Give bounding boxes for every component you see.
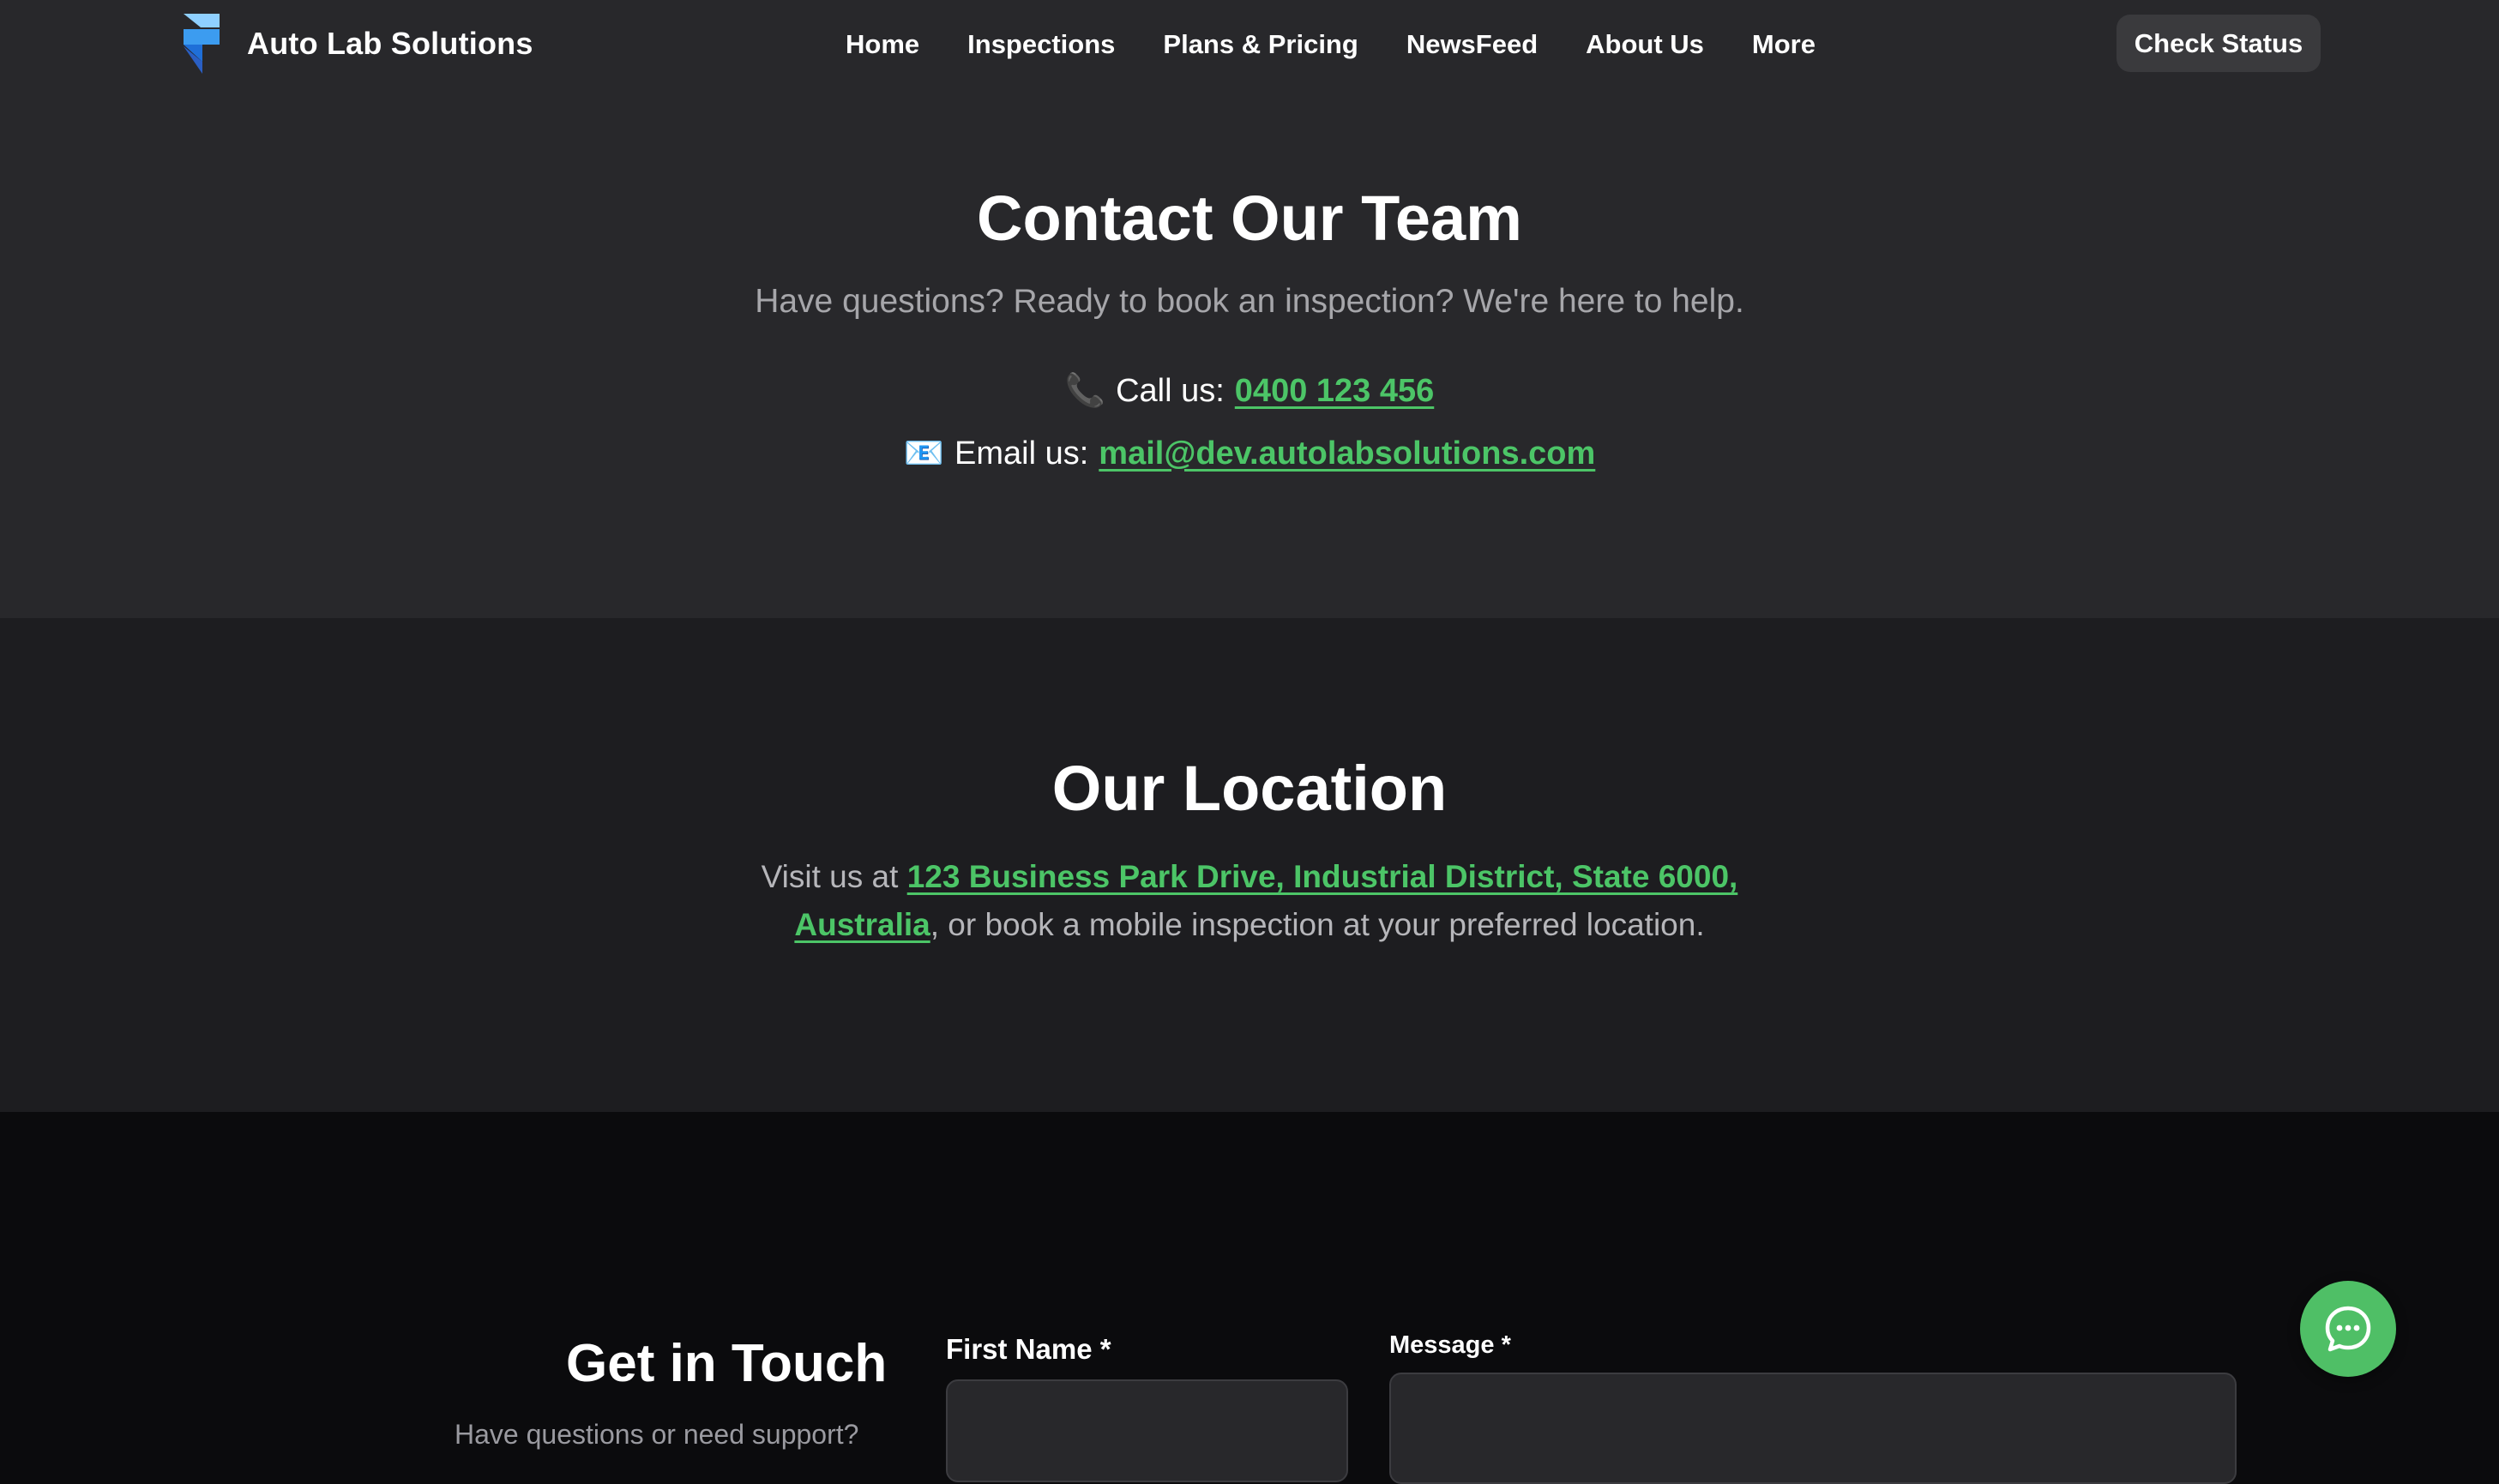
chat-icon [2325,1306,2371,1352]
brand-name: Auto Lab Solutions [247,26,533,61]
email-link[interactable]: mail@dev.autolabsolutions.com [1099,436,1595,472]
location-title: Our Location [1051,753,1448,824]
brand[interactable]: Auto Lab Solutions [180,14,533,74]
nav-inspections[interactable]: Inspections [967,29,1115,60]
location-suffix: , or book a mobile inspection at your pr… [930,907,1705,942]
get-in-touch-subtitle: Have questions or need support? [455,1419,859,1450]
phone-prefix: Call us: [1116,372,1225,409]
phone-icon: 📞 [1064,373,1106,409]
brand-logo-icon [184,14,220,74]
email-line: 📧 Email us: mail@dev.autolabsolutions.co… [0,435,2499,472]
check-status-button[interactable]: Check Status [2117,15,2321,72]
first-name-label: First Name * [946,1333,1111,1365]
location-prefix: Visit us at [761,859,899,894]
location-text: Visit us at 123 Business Park Drive, Ind… [746,853,1753,949]
message-label: Message * [1389,1331,1511,1359]
nav-plans-pricing[interactable]: Plans & Pricing [1163,29,1358,60]
contact-title: Contact Our Team [977,183,1522,254]
first-name-input[interactable] [946,1379,1348,1482]
main-nav: Home Inspections Plans & Pricing NewsFee… [846,22,1816,67]
nav-newsfeed[interactable]: NewsFeed [1406,29,1538,60]
email-icon: 📧 [903,436,945,472]
get-in-touch-title: Get in Touch [566,1334,888,1393]
get-in-touch-section: Get in Touch Have questions or need supp… [0,1112,2499,1484]
contact-subtitle: Have questions? Ready to book an inspect… [755,283,1744,320]
email-prefix: Email us: [954,435,1089,472]
nav-home[interactable]: Home [846,29,919,60]
nav-about-us[interactable]: About Us [1586,29,1704,60]
site-header: Auto Lab Solutions Home Inspections Plan… [0,0,2499,89]
contact-section: Contact Our Team Have questions? Ready t… [0,89,2499,618]
nav-more[interactable]: More [1752,29,1816,60]
phone-link[interactable]: 0400 123 456 [1235,373,1434,410]
location-section: Our Location Visit us at 123 Business Pa… [0,618,2499,1112]
message-textarea[interactable] [1389,1373,2237,1484]
phone-line: 📞 Call us: 0400 123 456 [0,372,2499,410]
chat-button[interactable] [2300,1281,2396,1377]
